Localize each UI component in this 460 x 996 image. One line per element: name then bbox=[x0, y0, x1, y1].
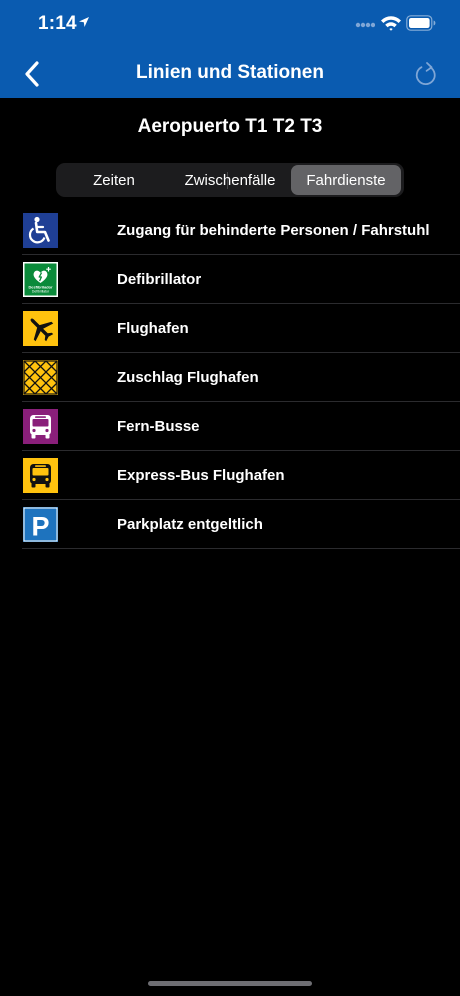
service-row-express-bus[interactable]: Express-Bus Flughafen bbox=[0, 451, 460, 500]
defibrillator-icon: Desfibrilador Defibrillator bbox=[23, 262, 58, 297]
header: 1:14 Linien und Stationen bbox=[0, 0, 460, 98]
service-row-long-distance-bus[interactable]: Fern-Busse bbox=[0, 402, 460, 451]
refresh-icon bbox=[415, 62, 436, 85]
long-distance-bus-icon bbox=[23, 409, 58, 444]
refresh-button[interactable] bbox=[408, 57, 444, 91]
service-label: Zuschlag Flughafen bbox=[117, 369, 259, 386]
defibrillator-icon-text: Desfibrilador bbox=[29, 284, 53, 289]
segment-zeiten[interactable]: Zeiten bbox=[58, 165, 170, 195]
status-bar: 1:14 bbox=[0, 0, 460, 50]
segment-zwischenfaelle[interactable]: Zwischenfälle bbox=[172, 165, 288, 195]
service-row-airport[interactable]: Flughafen bbox=[0, 304, 460, 353]
express-bus-icon bbox=[23, 458, 58, 493]
defibrillator-icon-text: Defibrillator bbox=[32, 290, 50, 294]
parking-icon: P bbox=[23, 507, 58, 542]
wheelchair-icon bbox=[23, 213, 58, 248]
service-label: Defibrillator bbox=[117, 271, 202, 288]
service-label: Parkplatz entgeltlich bbox=[117, 516, 263, 533]
airplane-icon bbox=[23, 311, 58, 346]
service-row-airport-surcharge[interactable]: Zuschlag Flughafen bbox=[0, 353, 460, 402]
service-list: Zugang für behinderte Personen / Fahrstu… bbox=[0, 206, 460, 549]
station-title: Aeropuerto T1 T2 T3 bbox=[137, 116, 323, 137]
location-arrow-icon bbox=[79, 17, 89, 27]
battery-icon bbox=[406, 15, 436, 31]
parking-icon-letter: P bbox=[31, 512, 49, 542]
service-row-paid-parking[interactable]: P Parkplatz entgeltlich bbox=[0, 500, 460, 549]
wifi-icon bbox=[381, 16, 401, 31]
airport-surcharge-icon bbox=[23, 360, 58, 395]
service-label: Express-Bus Flughafen bbox=[117, 467, 285, 484]
service-row-accessibility[interactable]: Zugang für behinderte Personen / Fahrstu… bbox=[0, 206, 460, 255]
segmented-control: Zeiten Zwischenfälle Fahrdienste bbox=[56, 163, 404, 197]
service-label: Fern-Busse bbox=[117, 418, 200, 435]
status-time: 1:14 bbox=[38, 13, 77, 34]
service-label: Flughafen bbox=[117, 320, 189, 337]
nav-title: Linien und Stationen bbox=[136, 62, 324, 83]
service-row-defibrillator[interactable]: Desfibrilador Defibrillator Defibrillato… bbox=[0, 255, 460, 304]
segment-fahrdienste[interactable]: Fahrdienste bbox=[291, 165, 401, 195]
service-label: Zugang für behinderte Personen / Fahrstu… bbox=[117, 222, 430, 239]
cellular-signal-icon bbox=[355, 22, 375, 28]
home-indicator bbox=[148, 981, 312, 986]
